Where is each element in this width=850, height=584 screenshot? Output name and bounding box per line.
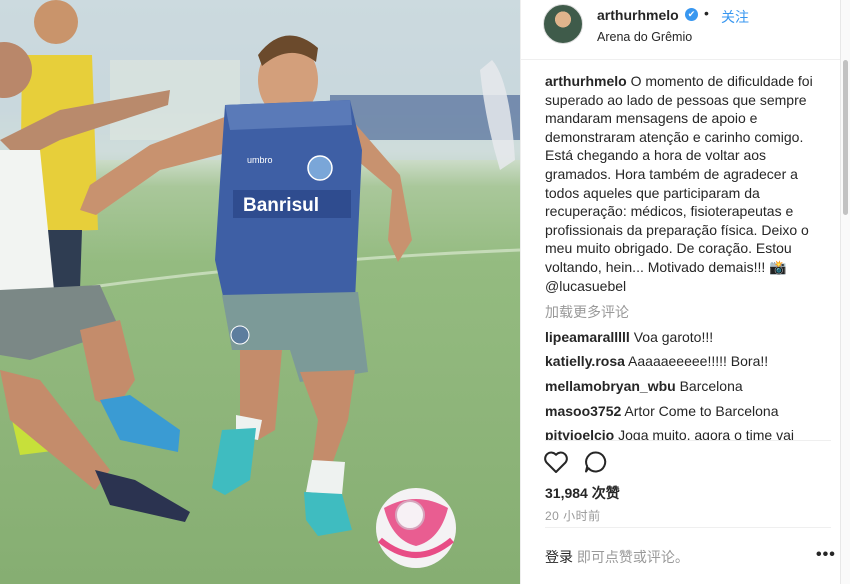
location-link[interactable]: Arena do Grêmio — [597, 30, 692, 44]
comment-text: Voa garoto!!! — [633, 328, 714, 345]
separator-dot: • — [704, 5, 709, 21]
login-prompt: 登录 即可点赞或评论。 — [545, 547, 689, 567]
scrollbar-thumb[interactable] — [843, 60, 848, 215]
footer-divider — [545, 527, 831, 528]
football-training-photo: Banrisul umbro — [0, 0, 520, 568]
football — [376, 488, 456, 568]
comment-text: Joga muito, agora o time vai — [618, 427, 794, 440]
comment-item: katielly.rosa Aaaaaeeeee!!!!! Bora!! — [545, 352, 817, 371]
club-crest-icon — [307, 155, 333, 181]
comment-text: Artor Come to Barcelona — [624, 402, 779, 419]
comments-section[interactable]: arthurhmelo O momento de dificuldade foi… — [545, 72, 817, 440]
post-header: arthurhmelo ✔ • 关注 Arena do Grêmio — [521, 0, 840, 60]
post-details-panel: arthurhmelo ✔ • 关注 Arena do Grêmio arthu… — [520, 0, 840, 584]
avatar[interactable] — [543, 4, 583, 44]
likes-count[interactable]: 31,984 次赞 — [545, 483, 620, 503]
comment-item: lipeamaralllll Voa garoto!!! — [545, 328, 817, 347]
caption-text: O momento de dificuldade foi superado ao… — [545, 73, 813, 294]
post-timestamp[interactable]: 20 小时前 — [545, 507, 601, 524]
login-prompt-text: 即可点赞或评论。 — [573, 549, 689, 565]
load-more-comments-button[interactable]: 加载更多评论 — [545, 303, 817, 322]
comment-text: Barcelona — [679, 377, 743, 394]
comment-username[interactable]: lipeamaralllll — [545, 329, 630, 345]
login-link[interactable]: 登录 — [545, 549, 573, 565]
caption-username[interactable]: arthurhmelo — [545, 73, 627, 89]
comment-username[interactable]: katielly.rosa — [545, 353, 625, 369]
jersey-sponsor-text: Banrisul — [243, 195, 319, 216]
follow-button[interactable]: 关注 — [721, 7, 749, 27]
comment-username[interactable]: mellamobryan_wbu — [545, 378, 676, 394]
comment-item: mellamobryan_wbu Barcelona — [545, 377, 817, 396]
more-options-icon[interactable]: ••• — [816, 546, 836, 564]
speech-bubble-icon[interactable] — [583, 450, 609, 479]
comment-username[interactable]: masoo3752 — [545, 403, 621, 419]
actions-divider — [545, 440, 831, 441]
verified-badge-icon: ✔ — [685, 8, 698, 21]
header-username[interactable]: arthurhmelo — [597, 7, 679, 23]
comment-username[interactable]: pityjoelcio — [545, 427, 614, 440]
heart-outline-icon[interactable] — [543, 450, 569, 479]
comment-text: Aaaaaeeeee!!!!! Bora!! — [628, 353, 769, 370]
comment-item: masoo3752 Artor Come to Barcelona — [545, 402, 817, 421]
comment-item: pityjoelcio Joga muito, agora o time vai — [545, 426, 817, 440]
post-photo[interactable]: Banrisul umbro — [0, 0, 520, 584]
svg-text:umbro: umbro — [247, 155, 273, 165]
post-caption: arthurhmelo O momento de dificuldade foi… — [545, 72, 817, 295]
scrollbar[interactable] — [840, 0, 850, 584]
